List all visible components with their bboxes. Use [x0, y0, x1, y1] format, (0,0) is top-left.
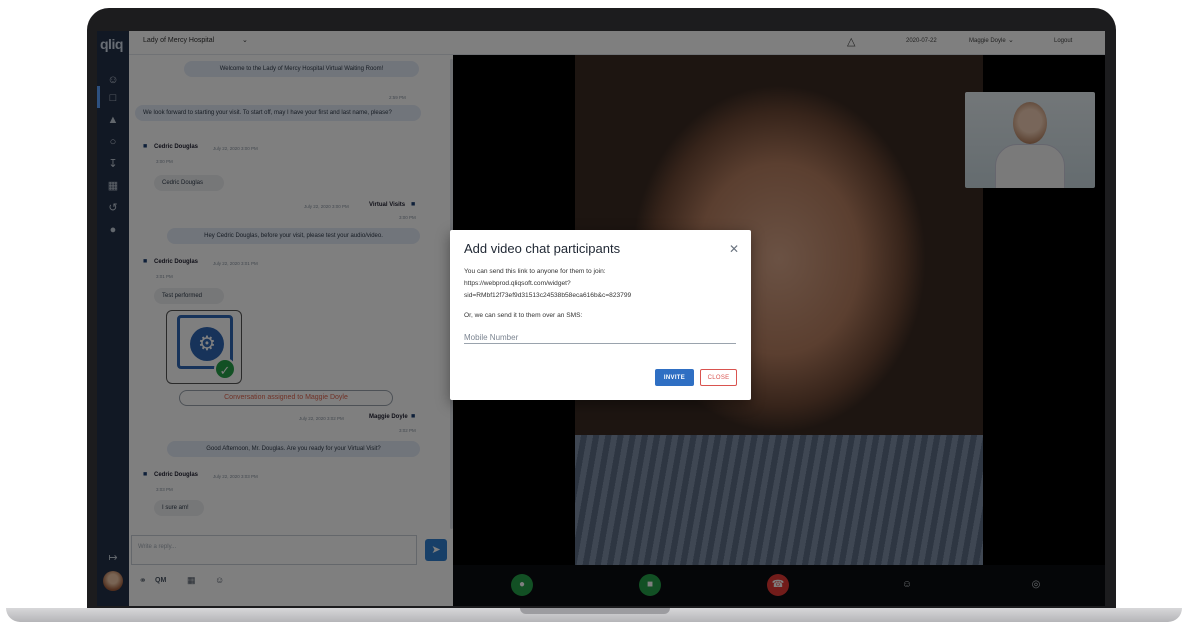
add-participants-dialog: Add video chat participants ✕ You can se… [450, 230, 751, 400]
invite-link-line2[interactable]: sid=RMbf12f73ef9d31513c24538b58eca616b&c… [464, 292, 631, 299]
telehealth-app: qliq ☺ □ ▲ ○ ↧ ▦ ↺ ● ↦ Lady of Mercy Hos… [97, 31, 1105, 606]
dialog-title: Add video chat participants [464, 241, 621, 256]
close-icon[interactable]: ✕ [729, 242, 739, 256]
laptop-mockup: qliq ☺ □ ▲ ○ ↧ ▦ ↺ ● ↦ Lady of Mercy Hos… [0, 0, 1188, 628]
laptop-screen: qliq ☺ □ ▲ ○ ↧ ▦ ↺ ● ↦ Lady of Mercy Hos… [97, 31, 1105, 606]
sms-instruction: Or, we can send it to them over an SMS: [464, 312, 583, 319]
mobile-number-input[interactable] [464, 332, 736, 344]
dialog-instruction: You can send this link to anyone for the… [464, 268, 606, 275]
invite-link-line1[interactable]: https://webprod.qliqsoft.com/widget? [464, 280, 571, 287]
laptop-notch [520, 608, 670, 614]
close-button[interactable]: CLOSE [700, 369, 737, 386]
invite-button[interactable]: INVITE [655, 369, 694, 386]
